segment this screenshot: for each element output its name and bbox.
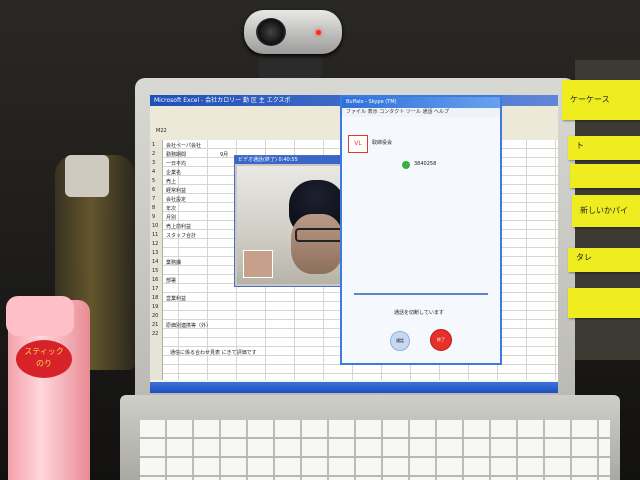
glue-label-line1: スティック (24, 347, 64, 356)
contact-status: 取締役会 (372, 140, 393, 146)
menu-call[interactable]: 通話 (422, 109, 432, 115)
excel-row-number: 3 (152, 160, 156, 166)
hangup-button[interactable]: 終了 (430, 329, 452, 351)
excel-row-number: 4 (152, 169, 156, 175)
person-glasses (295, 228, 345, 242)
excel-row-number: 11 (152, 232, 159, 238)
excel-row-label[interactable]: 会社ペーパ会社 (166, 142, 201, 149)
person-face (291, 214, 343, 274)
video-title: ビデオ通話(終了) 0:40:55 (235, 156, 343, 164)
glue-cap (6, 296, 74, 336)
call-icon (402, 161, 410, 169)
skype-window[interactable]: Buffalo - Skype (TM) ファイル 表示 コンタクト ツール 通… (340, 95, 502, 365)
excel-row-label[interactable]: 一日平均 (166, 160, 186, 167)
bottle-cap (65, 155, 109, 197)
excel-row-label[interactable]: 企業名 (166, 169, 181, 176)
self-view-thumbnail (243, 250, 273, 278)
menu-file[interactable]: ファイル (346, 109, 366, 115)
excel-row-number: 13 (152, 250, 159, 256)
excel-row-number: 10 (152, 223, 159, 229)
sticky-note-5: タレ (568, 248, 640, 272)
divider (354, 293, 488, 295)
webcam-lens (256, 18, 286, 46)
avatar-badge: VL (354, 140, 362, 147)
sticky-note-6 (568, 288, 640, 318)
excel-row-number: 12 (152, 241, 159, 247)
video-call-window[interactable]: ビデオ通話(終了) 0:40:55 (234, 155, 345, 287)
menu-view[interactable]: 表示 (368, 109, 378, 115)
excel-row-number: 15 (152, 268, 159, 274)
excel-cell-ref[interactable]: M22 (156, 128, 167, 134)
call-label: 通話 (396, 338, 404, 343)
excel-row-label[interactable]: 経常利益 (166, 187, 186, 194)
skype-menu: ファイル 表示 コンタクト ツール 通話 ヘルプ (342, 108, 500, 117)
excel-row-label[interactable]: 勤務期間 (166, 151, 186, 158)
contact-avatar[interactable]: VL (348, 135, 368, 153)
excel-row-number: 18 (152, 295, 159, 301)
excel-row-number: 17 (152, 286, 159, 292)
laptop-screen: Microsoft Excel - 会社カロリー 勤 区 主 エクスポ M22 … (150, 95, 558, 393)
excel-row-label[interactable]: 部署 (166, 277, 176, 284)
excel-row-number: 1 (152, 142, 156, 148)
excel-row-number: 7 (152, 196, 156, 202)
skype-footer: 通話を切断しています (394, 310, 444, 316)
skype-title: Buffalo - Skype (TM) (342, 97, 500, 108)
menu-help[interactable]: ヘルプ (434, 109, 449, 115)
windows-taskbar[interactable] (150, 382, 558, 393)
sticky-note-1: ケーケース (562, 80, 640, 120)
excel-row-number: 5 (152, 178, 156, 184)
excel-row-label[interactable]: 原価別連携等（外） (166, 322, 211, 329)
keyboard[interactable] (140, 420, 610, 480)
glue-label-line2: のり (36, 359, 52, 368)
excel-row-number: 9 (152, 214, 156, 220)
excel-note: 通信に係る合わせ見表 にきて評価です (170, 350, 257, 356)
sticky-note-2: ト (568, 136, 640, 160)
excel-row-label[interactable]: 営業利益 (166, 295, 186, 302)
glue-label: スティック のり (16, 340, 72, 378)
excel-row-label[interactable]: 売上前利益 (166, 223, 191, 230)
excel-row-label[interactable]: 売上 (166, 178, 176, 185)
excel-row-number: 16 (152, 277, 159, 283)
excel-row-number: 19 (152, 304, 159, 310)
excel-row-value[interactable]: 9月 (220, 151, 228, 158)
hangup-label: 終了 (437, 337, 445, 342)
sticky-note-3 (570, 164, 640, 188)
excel-row-number: 8 (152, 205, 156, 211)
webcam-clip (258, 52, 322, 78)
excel-row-label[interactable]: 業務課 (166, 259, 181, 266)
excel-row-label[interactable]: 月別 (166, 214, 176, 221)
excel-row-number: 21 (152, 322, 159, 328)
sticky-note-4: 新しいかパイ (572, 195, 640, 227)
video-feed (237, 166, 345, 284)
menu-contacts[interactable]: コンタクト (379, 109, 404, 115)
excel-row-number: 14 (152, 259, 159, 265)
excel-row-label[interactable]: スタッフ合計 (166, 232, 196, 239)
excel-row-number: 22 (152, 331, 159, 337)
excel-row-number: 20 (152, 313, 159, 319)
excel-row-number: 2 (152, 151, 156, 157)
menu-tools[interactable]: ツール (406, 109, 421, 115)
excel-row-label[interactable]: 年次 (166, 205, 176, 212)
call-button[interactable]: 通話 (390, 331, 410, 351)
contact-number: 3840258 (414, 161, 437, 167)
webcam-led (316, 30, 321, 35)
excel-row-number: 6 (152, 187, 156, 193)
excel-row-label[interactable]: 会社設定 (166, 196, 186, 203)
